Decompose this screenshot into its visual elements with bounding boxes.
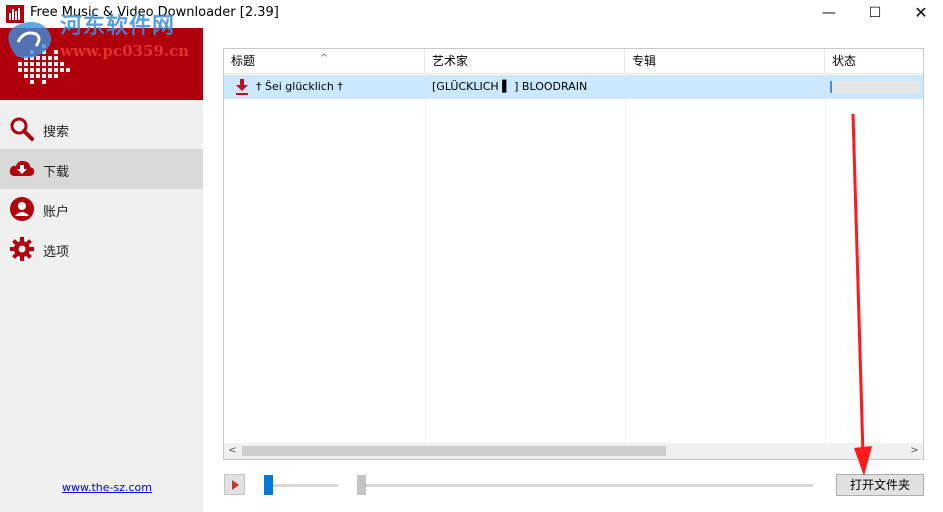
sidebar-item-label: 搜索	[43, 125, 70, 140]
column-header-title[interactable]: 标题 ^	[224, 49, 425, 74]
seek-slider-thumb[interactable]	[357, 475, 366, 495]
sidebar-item-options[interactable]: 选项	[0, 229, 203, 269]
sidebar-nav: 搜索 下载 账户 选项	[0, 109, 203, 269]
column-header-label: 艺术家	[432, 54, 469, 68]
user-icon	[10, 197, 34, 221]
sidebar-item-account[interactable]: 账户	[0, 189, 203, 229]
seek-slider-track[interactable]	[361, 484, 813, 487]
table-row[interactable]: † Šei glücklich † [GLÜCKLICH ▌ ] BLOODRA…	[224, 75, 923, 99]
column-header-artist[interactable]: 艺术家	[425, 49, 625, 74]
cloud-download-icon	[9, 160, 35, 176]
scroll-right-button[interactable]: >	[906, 443, 923, 459]
maximize-button[interactable]: ☐	[852, 0, 898, 28]
sidebar-item-download[interactable]: 下载	[0, 149, 203, 189]
column-divider	[625, 74, 626, 443]
sidebar-item-search[interactable]: 搜索	[0, 109, 203, 149]
download-progress-bar	[830, 81, 920, 93]
downloads-table: 标题 ^ 艺术家 专辑 状态 † Šei glücklich † [GLÜCKL…	[223, 48, 924, 460]
sidebar-item-label: 账户	[43, 205, 70, 220]
volume-slider-track[interactable]	[266, 484, 338, 487]
column-header-label: 状态	[832, 54, 857, 68]
gear-icon	[10, 237, 34, 261]
play-button[interactable]	[224, 474, 245, 495]
column-header-label: 标题	[231, 54, 256, 68]
title-bar: Free Music & Video Downloader [2.39] — ☐…	[0, 0, 943, 28]
sidebar-item-label: 选项	[43, 245, 70, 260]
minimize-button[interactable]: —	[806, 0, 852, 28]
scrollbar-thumb[interactable]	[242, 446, 666, 456]
column-divider	[425, 74, 426, 443]
play-icon	[232, 480, 239, 490]
equalizer-logo-icon	[18, 44, 70, 84]
brand-banner	[0, 28, 203, 100]
search-icon	[10, 117, 34, 141]
table-header: 标题 ^ 艺术家 专辑 状态	[224, 49, 923, 74]
sidebar-item-label: 下载	[43, 165, 70, 180]
close-button[interactable]: ✕	[898, 0, 943, 28]
cell-artist: [GLÜCKLICH ▌ ] BLOODRAIN	[432, 80, 588, 93]
column-header-album[interactable]: 专辑	[625, 49, 825, 74]
app-icon	[6, 5, 24, 23]
sort-ascending-icon: ^	[320, 53, 329, 64]
sidebar: 搜索 下载 账户 选项 www.the-sz.com	[0, 28, 203, 512]
scroll-left-button[interactable]: <	[224, 443, 241, 459]
column-divider	[825, 74, 826, 443]
volume-slider-thumb[interactable]	[264, 475, 273, 495]
window-title: Free Music & Video Downloader [2.39]	[30, 5, 279, 20]
column-header-status[interactable]: 状态	[825, 49, 923, 74]
column-header-label: 专辑	[632, 54, 657, 68]
download-arrow-icon	[236, 79, 248, 95]
horizontal-scrollbar[interactable]: < >	[224, 443, 923, 459]
open-folder-button[interactable]: 打开文件夹	[836, 474, 924, 496]
website-link[interactable]: www.the-sz.com	[62, 481, 152, 494]
cell-title: † Šei glücklich †	[256, 80, 343, 93]
